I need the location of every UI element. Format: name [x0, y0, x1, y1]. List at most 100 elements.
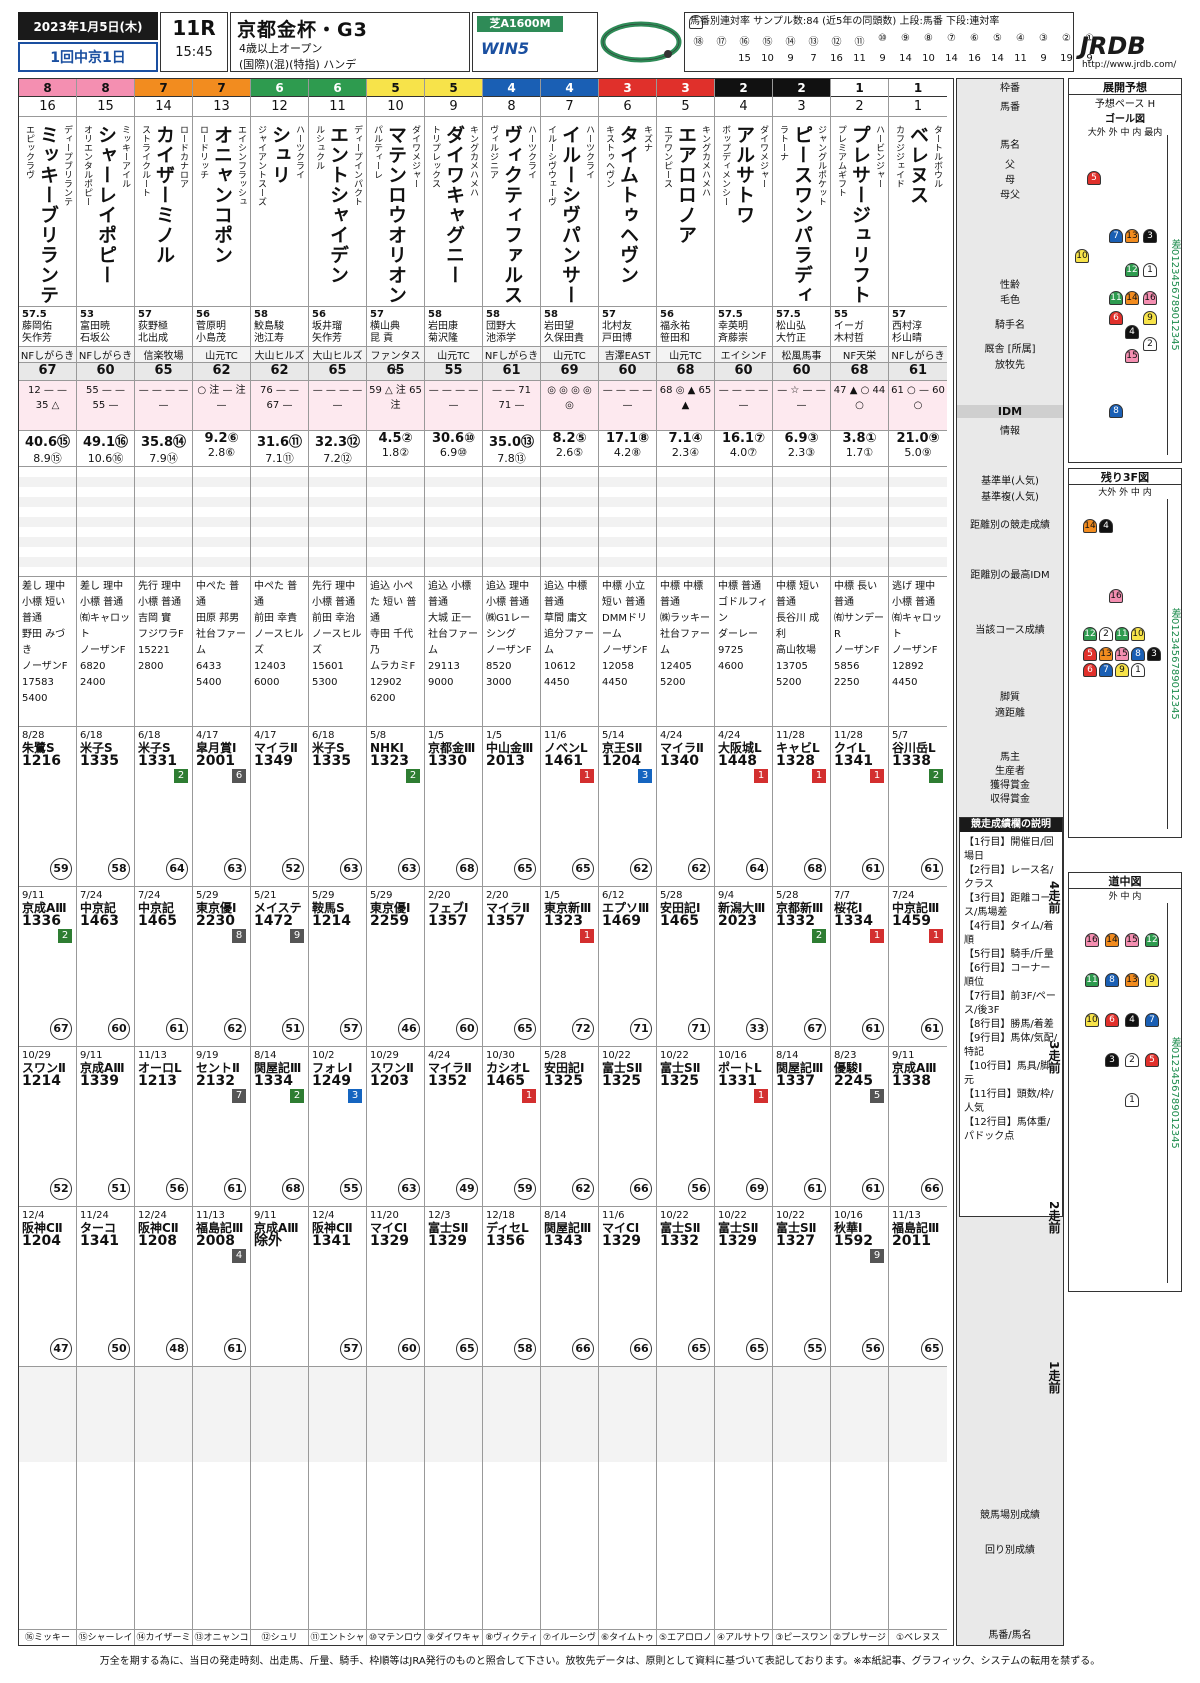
horse-name[interactable]: エアロロノア — [673, 125, 700, 245]
run-time: 2008 — [196, 1233, 235, 1249]
label-jockey: 騎手名 — [995, 320, 1025, 331]
dam-name: エアワンピース — [662, 125, 672, 188]
past-run[interactable]: 8/14 関屋記Ⅲ 1337 61 — [773, 1047, 830, 1207]
past-run[interactable]: 12/3 富士SⅡ 1329 65 — [425, 1207, 482, 1367]
horse-name[interactable]: カイザーミノル — [151, 125, 178, 265]
past-run[interactable]: 12/24 阪神CⅡ 1208 48 — [135, 1207, 192, 1367]
past-run[interactable]: 11/13 オーロL 1213 56 — [135, 1047, 192, 1207]
past-run[interactable]: 11/6 マイCI 1329 66 — [599, 1207, 656, 1367]
past-run[interactable]: 10/29 スワンⅡ 1203 63 — [367, 1047, 424, 1207]
past-run[interactable]: 2/20 マイラⅡ 1357 65 — [483, 887, 540, 1047]
stat-value: 11 — [853, 53, 866, 64]
past-run[interactable]: 8/23 優駿I 2245 5 61 — [831, 1047, 888, 1207]
odds-block: 7.1④ 2.3④ — [657, 431, 714, 467]
horse-name[interactable]: プレサージュリフト — [847, 125, 874, 305]
label-totals: 競馬場別成績 — [980, 1510, 1040, 1521]
stable-name: 信楽牧場 — [135, 347, 192, 363]
run-time: 1330 — [428, 753, 467, 769]
horse-name[interactable]: マテンロウオリオン — [383, 125, 410, 305]
short-name: ①ベレヌス — [889, 1629, 947, 1645]
past-run[interactable]: 2/20 フェブI 1357 60 — [425, 887, 482, 1047]
horse-name[interactable]: タイムトゥヘヴン — [615, 125, 642, 285]
horse-name[interactable]: オニャンコポン — [209, 125, 236, 265]
past-run[interactable]: 9/11 京成AⅢ 除外 — [251, 1207, 308, 1367]
past-run[interactable]: 5/29 東京優I 2230 8 62 — [193, 887, 250, 1047]
past-run[interactable]: 7/24 中京記Ⅲ 1459 1 61 — [889, 887, 947, 1047]
past-run[interactable]: 5/28 安田記I 1325 62 — [541, 1047, 598, 1207]
past-run[interactable]: 8/28 朱鷺S 1216 59 — [19, 727, 76, 887]
run-time: 1357 — [428, 913, 467, 929]
past-run[interactable]: 9/11 京成AⅢ 1338 66 — [889, 1047, 947, 1207]
past-run[interactable]: 1/5 中山金Ⅲ 2013 65 — [483, 727, 540, 887]
past-run[interactable]: 11/13 福島記Ⅲ 2011 65 — [889, 1207, 947, 1367]
past-run[interactable]: 7/24 中京記 1465 61 — [135, 887, 192, 1047]
past-run[interactable]: 12/4 阪神CⅡ 1341 57 — [309, 1207, 366, 1367]
past-run[interactable]: 5/29 東京優I 2259 46 — [367, 887, 424, 1047]
past-run[interactable]: 7/24 中京記 1463 60 — [77, 887, 134, 1047]
past-run[interactable]: 4/24 マイラⅡ 1352 49 — [425, 1047, 482, 1207]
horse-name[interactable]: シャーレイポピー — [93, 125, 120, 285]
past-run[interactable]: 11/6 ノベンL 1461 1 65 — [541, 727, 598, 887]
past-run[interactable]: 9/11 京成AⅢ 1336 2 67 — [19, 887, 76, 1047]
past-run[interactable]: 5/29 鞍馬S 1214 57 — [309, 887, 366, 1047]
past-run[interactable]: 6/18 米子S 1335 58 — [77, 727, 134, 887]
past-run[interactable]: 5/21 メイステ 1472 9 51 — [251, 887, 308, 1047]
past-run[interactable]: 12/4 阪神CⅡ 1204 47 — [19, 1207, 76, 1367]
past-run[interactable]: 11/28 キャビL 1328 1 68 — [773, 727, 830, 887]
horse-cap: 11 — [1115, 627, 1129, 641]
past-run[interactable]: 10/22 富士SⅡ 1325 56 — [657, 1047, 714, 1207]
past-run[interactable]: 10/22 富士SⅡ 1327 55 — [773, 1207, 830, 1367]
horse-cap: 9 — [1145, 973, 1159, 987]
past-run[interactable]: 5/8 NHKI 1323 2 63 — [367, 727, 424, 887]
horse-name[interactable]: ベレヌス — [905, 125, 932, 205]
past-run[interactable]: 10/22 富士SⅡ 1332 65 — [657, 1207, 714, 1367]
site-url[interactable]: http://www.jrdb.com/ — [1082, 60, 1176, 70]
past-run[interactable]: 9/4 新潟大Ⅲ 2023 33 — [715, 887, 772, 1047]
waku-number: 1 — [831, 79, 888, 97]
horse-name[interactable]: エントシャイデン — [325, 125, 352, 285]
past-run[interactable]: 5/28 安田記I 1465 71 — [657, 887, 714, 1047]
horse-name[interactable]: ピースワンパラディ — [789, 125, 816, 305]
past-run[interactable]: 4/17 マイラⅡ 1349 52 — [251, 727, 308, 887]
past-runs: 6/18 米子S 1331 2 64 7/24 中京記 1465 61 11/13 オーロL 1213… — [135, 727, 192, 1367]
past-run[interactable]: 12/18 ディセL 1356 58 — [483, 1207, 540, 1367]
past-run[interactable]: 9/19 セントⅡ 2132 7 61 — [193, 1047, 250, 1207]
stable-name: NF天栄 — [831, 347, 888, 363]
past-run[interactable]: 10/29 スワンⅡ 1214 52 — [19, 1047, 76, 1207]
past-run[interactable]: 6/12 エプソⅢ 1469 71 — [599, 887, 656, 1047]
past-run[interactable]: 11/13 福島記Ⅲ 2008 4 61 — [193, 1207, 250, 1367]
past-run[interactable]: 10/30 カシオL 1465 1 59 — [483, 1047, 540, 1207]
past-run[interactable]: 4/17 皐月賞I 2001 6 63 — [193, 727, 250, 887]
past-run[interactable]: 5/7 谷川岳L 1338 2 61 — [889, 727, 947, 887]
horse-name[interactable]: シュリ — [267, 125, 294, 185]
past-run[interactable]: 1/5 東京新Ⅲ 1323 1 72 — [541, 887, 598, 1047]
past-run[interactable]: 10/22 富士SⅡ 1325 66 — [599, 1047, 656, 1207]
past-run[interactable]: 6/18 米子S 1335 63 — [309, 727, 366, 887]
past-run[interactable]: 4/24 大阪城L 1448 1 64 — [715, 727, 772, 887]
past-run[interactable]: 9/11 京成AⅢ 1339 51 — [77, 1047, 134, 1207]
past-run[interactable]: 10/16 ポートL 1331 1 69 — [715, 1047, 772, 1207]
past-run[interactable]: 11/24 ターコ 1341 50 — [77, 1207, 134, 1367]
past-run[interactable]: 11/28 クイL 1341 1 61 — [831, 727, 888, 887]
horse-name[interactable]: アルサトワ — [731, 125, 758, 225]
past-run[interactable]: 7/7 桜花I 1334 1 61 — [831, 887, 888, 1047]
past-run[interactable]: 8/14 関屋記Ⅲ 1343 66 — [541, 1207, 598, 1367]
past-run[interactable]: 5/28 京都新Ⅲ 1332 2 67 — [773, 887, 830, 1047]
horse-name[interactable]: ミッキーブリランテ — [35, 125, 62, 305]
past-run[interactable]: 11/20 マイCI 1329 60 — [367, 1207, 424, 1367]
past-run[interactable]: 1/5 京都金Ⅲ 1330 68 — [425, 727, 482, 887]
horse-cap: 2 — [1125, 1053, 1139, 1067]
horse-name[interactable]: ダイワキャグニー — [441, 125, 468, 285]
past-run[interactable]: 10/22 富士SⅡ 1329 65 — [715, 1207, 772, 1367]
past-run[interactable]: 5/14 京王SⅡ 1204 3 62 — [599, 727, 656, 887]
past-run[interactable]: 10/2 フォレI 1249 3 55 — [309, 1047, 366, 1207]
place-odds: 10.6⑯ — [87, 452, 124, 465]
horse-name[interactable]: イルーシヴパンサー — [557, 125, 584, 305]
horse-name[interactable]: ヴィクティファルス — [499, 125, 526, 305]
past-run[interactable]: 4/24 マイラⅡ 1340 62 — [657, 727, 714, 887]
past-run[interactable]: 10/16 秋華I 1592 9 56 — [831, 1207, 888, 1367]
past-run[interactable]: 8/14 関屋記Ⅲ 1334 2 68 — [251, 1047, 308, 1207]
past-run[interactable]: 6/18 米子S 1331 2 64 — [135, 727, 192, 887]
sire-name: ダイワメジャー — [758, 125, 768, 188]
run-index: 51 — [108, 1178, 130, 1200]
